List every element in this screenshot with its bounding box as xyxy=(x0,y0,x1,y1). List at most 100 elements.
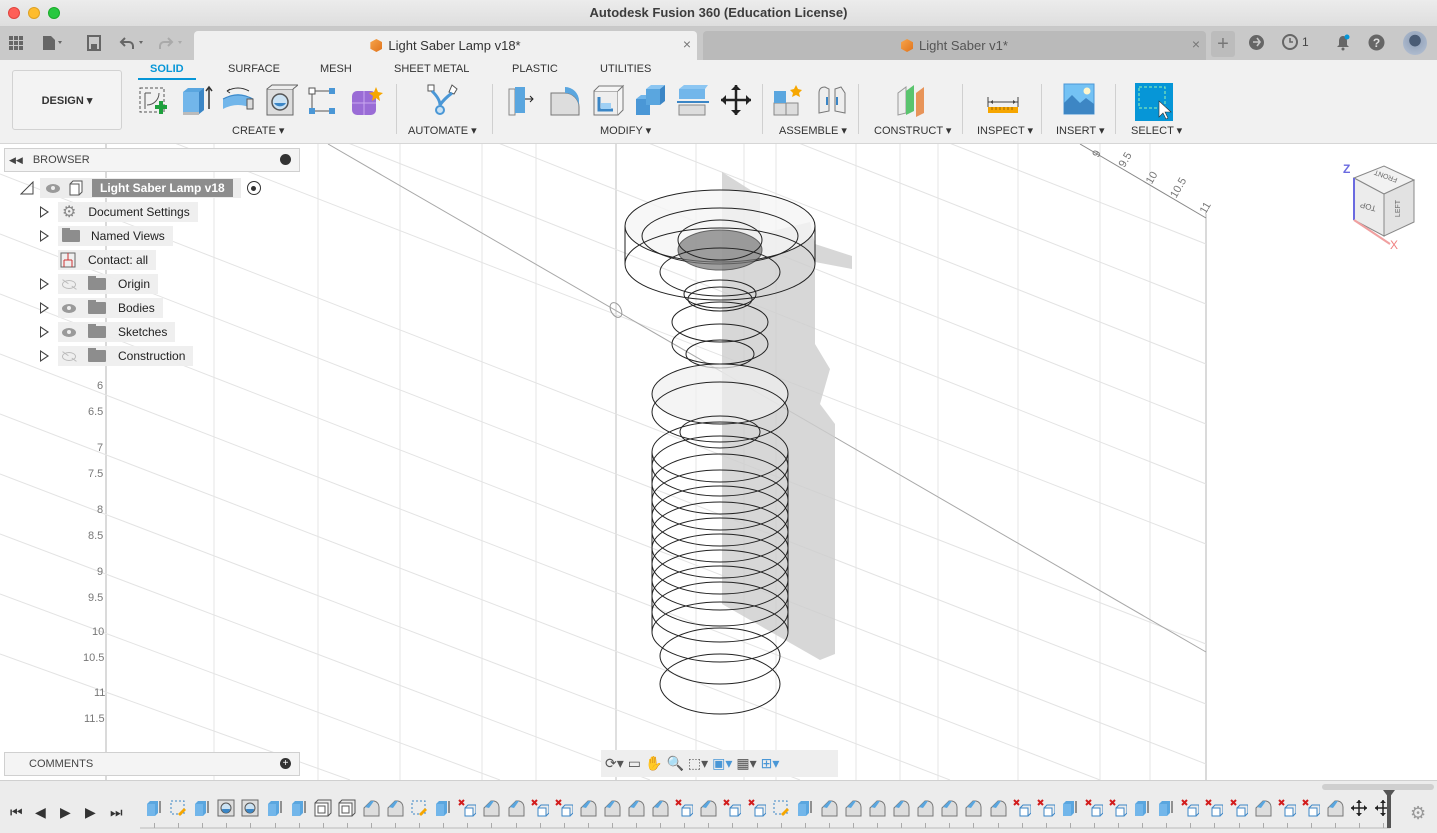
browser-item-contact[interactable]: Contact: all xyxy=(58,250,157,270)
timeline-feature-delete-body[interactable] xyxy=(530,799,550,817)
shell-button[interactable] xyxy=(591,83,625,117)
timeline-feature-extrude[interactable] xyxy=(434,799,452,817)
fillet-button[interactable] xyxy=(548,83,582,117)
hole-button[interactable] xyxy=(264,83,300,117)
timeline-feature-extrude[interactable] xyxy=(145,799,163,817)
grid-menu-icon[interactable] xyxy=(9,33,23,53)
timeline-feature-delete-body[interactable] xyxy=(1109,799,1128,817)
file-icon[interactable] xyxy=(42,33,66,53)
tab-solid[interactable]: SOLID xyxy=(150,63,184,75)
timeline-feature-extrude[interactable] xyxy=(796,799,814,817)
visibility-eye-icon[interactable] xyxy=(62,327,76,337)
job-status[interactable]: 1 xyxy=(1282,34,1309,50)
model-canvas[interactable] xyxy=(0,144,1437,780)
comments-panel-header[interactable]: COMMENTS + xyxy=(4,752,300,776)
browser-item-sketches[interactable]: Sketches xyxy=(40,322,176,342)
timeline-feature-delete-body[interactable] xyxy=(1302,799,1321,817)
timeline-feature-fillet[interactable] xyxy=(892,799,910,817)
browser-item-document-settings[interactable]: ⚙ Document Settings xyxy=(40,202,198,222)
fit-view-icon[interactable]: ⬚▾ xyxy=(688,755,708,772)
close-window-button[interactable] xyxy=(8,7,20,19)
viewports-icon[interactable]: ⊞▾ xyxy=(761,755,780,772)
timeline-feature-fillet[interactable] xyxy=(579,799,597,817)
browser-item-bodies[interactable]: Bodies xyxy=(40,298,163,318)
view-cube[interactable]: FRONT TOP LEFT Z X xyxy=(1340,160,1430,255)
timeline-feature-delete-body[interactable] xyxy=(1205,799,1224,817)
display-settings-icon[interactable]: ▣▾ xyxy=(712,755,732,772)
timeline-feature-delete-body[interactable] xyxy=(1277,799,1297,817)
timeline-feature-fillet[interactable] xyxy=(989,799,1007,817)
construct-menu[interactable]: CONSTRUCT ▾ xyxy=(874,124,951,137)
browser-item-origin[interactable]: Origin xyxy=(40,274,159,294)
expand-arrow-icon[interactable] xyxy=(40,230,49,242)
automate-button[interactable] xyxy=(426,83,460,117)
select-menu[interactable]: SELECT ▾ xyxy=(1131,124,1182,137)
timeline-feature-delete-body[interactable] xyxy=(1181,799,1200,817)
timeline-feature-extrude[interactable] xyxy=(1157,799,1175,817)
timeline-feature-extrude[interactable] xyxy=(290,799,308,817)
timeline-feature-delete-body[interactable] xyxy=(1085,799,1104,817)
window-select-button[interactable] xyxy=(1135,83,1173,121)
tab-sheet-metal[interactable]: SHEET METAL xyxy=(394,63,469,75)
help-icon[interactable]: ? xyxy=(1368,34,1385,55)
expand-arrow-icon[interactable] xyxy=(40,206,49,218)
pattern-button[interactable] xyxy=(306,83,340,117)
timeline-scrollbar[interactable] xyxy=(1322,784,1434,790)
automate-menu[interactable]: AUTOMATE ▾ xyxy=(408,124,477,137)
pan-hand-icon[interactable]: ✋ xyxy=(645,755,662,772)
save-icon[interactable] xyxy=(87,33,101,53)
visibility-eye-icon[interactable] xyxy=(62,303,76,313)
expand-arrow-icon[interactable] xyxy=(40,302,49,314)
tab-utilities[interactable]: UTILITIES xyxy=(600,63,651,75)
zoom-icon[interactable]: 🔍 xyxy=(666,755,683,772)
timeline-feature-hole[interactable] xyxy=(241,799,259,817)
split-body-button[interactable] xyxy=(676,83,710,117)
timeline-marker[interactable] xyxy=(1383,790,1395,828)
insert-menu[interactable]: INSERT ▾ xyxy=(1056,124,1105,137)
timeline-feature-sketch[interactable] xyxy=(410,799,428,817)
timeline-feature-fillet[interactable] xyxy=(627,799,645,817)
workspace-switcher[interactable]: DESIGN ▾ xyxy=(12,70,122,130)
browser-item-construction[interactable]: Construction xyxy=(40,346,194,366)
create-menu[interactable]: CREATE ▾ xyxy=(232,124,284,137)
timeline-feature-delete-body[interactable] xyxy=(1229,799,1248,817)
step-forward-button[interactable]: ▶ xyxy=(85,804,96,821)
expand-arrow-icon[interactable] xyxy=(40,326,49,338)
extrude-button[interactable] xyxy=(180,83,214,117)
inspect-menu[interactable]: INSPECT ▾ xyxy=(977,124,1033,137)
timeline-feature-extrude[interactable] xyxy=(193,799,211,817)
go-to-end-button[interactable]: ⏭ xyxy=(110,804,123,821)
close-tab-button[interactable]: × xyxy=(1192,36,1200,52)
play-button[interactable]: ▶ xyxy=(60,804,71,821)
tab-light-saber[interactable]: Light Saber v1* × xyxy=(703,31,1206,60)
press-pull-button[interactable] xyxy=(505,83,539,117)
timeline-feature-fillet[interactable] xyxy=(482,799,500,817)
tab-plastic[interactable]: PLASTIC xyxy=(512,63,558,75)
new-tab-button[interactable]: + xyxy=(1211,31,1235,57)
collapse-browser-icon[interactable]: ◀◀ xyxy=(9,155,23,166)
revolve-button[interactable] xyxy=(221,83,255,117)
go-to-start-button[interactable]: ⏮ xyxy=(10,804,23,821)
timeline-feature-move[interactable] xyxy=(1350,799,1368,817)
hidden-eye-icon[interactable] xyxy=(62,279,76,289)
activate-component-icon[interactable] xyxy=(246,181,261,195)
timeline-feature-delete-body[interactable] xyxy=(675,799,694,817)
grid-settings-icon[interactable]: ▦▾ xyxy=(736,755,756,772)
timeline-feature-fillet[interactable] xyxy=(1326,799,1344,817)
measure-button[interactable] xyxy=(986,83,1020,117)
viewcube-left-face[interactable]: LEFT xyxy=(1395,200,1402,217)
redo-icon[interactable] xyxy=(158,33,186,53)
timeline-feature-fillet[interactable] xyxy=(507,799,525,817)
timeline-feature-sketch[interactable] xyxy=(169,799,187,817)
browser-root-node[interactable]: Light Saber Lamp v18 xyxy=(20,178,261,198)
visibility-eye-icon[interactable] xyxy=(46,183,60,193)
hidden-eye-icon[interactable] xyxy=(62,351,76,361)
timeline-feature-fillet[interactable] xyxy=(868,799,886,817)
insert-image-button[interactable] xyxy=(1063,83,1097,117)
timeline-feature-fillet[interactable] xyxy=(699,799,717,817)
timeline-feature-delete-body[interactable] xyxy=(1012,799,1032,817)
tab-surface[interactable]: SURFACE xyxy=(228,63,280,75)
timeline-feature-extrude[interactable] xyxy=(1133,799,1151,817)
combine-button[interactable] xyxy=(633,83,667,117)
notifications-bell-icon[interactable] xyxy=(1335,34,1351,55)
